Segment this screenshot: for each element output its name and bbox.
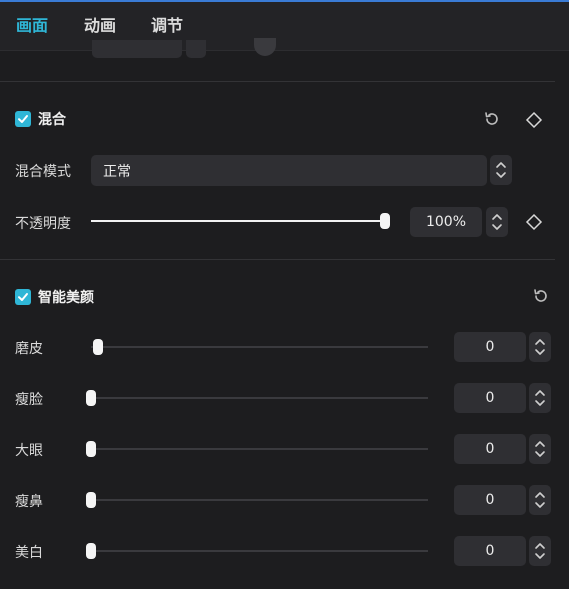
face-slim-label: 瘦脸 — [15, 392, 43, 408]
up-down-chevron-icon — [535, 339, 545, 355]
reset-icon[interactable] — [532, 287, 550, 305]
whitening-label: 美白 — [15, 545, 43, 561]
blend-mode-label: 混合模式 — [15, 164, 71, 180]
beauty-checkbox[interactable] — [15, 289, 31, 305]
face-slim-stepper[interactable] — [529, 383, 551, 413]
keyframe-diamond-icon[interactable] — [524, 212, 544, 232]
opacity-slider-track[interactable] — [91, 220, 385, 222]
nose-slim-value-input[interactable]: 0 — [454, 485, 526, 515]
tab-animation[interactable]: 动画 — [84, 12, 116, 36]
eye-enlarge-value-input[interactable]: 0 — [454, 434, 526, 464]
up-down-chevron-icon — [535, 492, 545, 508]
blend-section-title: 混合 — [38, 112, 66, 128]
up-down-chevron-icon — [535, 543, 545, 559]
eye-enlarge-stepper[interactable] — [529, 434, 551, 464]
scrolled-input-remnant — [92, 40, 182, 58]
check-icon — [18, 115, 28, 123]
blend-mode-stepper[interactable] — [490, 155, 512, 185]
smoothing-stepper[interactable] — [529, 332, 551, 362]
nose-slim-slider-track[interactable] — [91, 499, 428, 501]
tab-bar: 画面 动画 调节 — [0, 2, 569, 51]
eye-enlarge-slider-thumb[interactable] — [86, 441, 96, 457]
nose-slim-label: 瘦鼻 — [15, 494, 43, 510]
beauty-section-title: 智能美颜 — [38, 290, 94, 306]
whitening-value-input[interactable]: 0 — [454, 536, 526, 566]
section-divider — [0, 259, 555, 260]
face-slim-slider-track[interactable] — [91, 397, 428, 399]
up-down-chevron-icon — [492, 214, 502, 230]
opacity-value-input[interactable]: 100% — [410, 207, 482, 237]
smoothing-slider-thumb[interactable] — [93, 339, 103, 355]
whitening-slider-track[interactable] — [91, 550, 428, 552]
opacity-slider-thumb[interactable] — [380, 213, 390, 229]
scrolled-knob-remnant — [254, 38, 276, 56]
nose-slim-stepper[interactable] — [529, 485, 551, 515]
opacity-slider-fill — [91, 220, 385, 222]
tab-picture[interactable]: 画面 — [16, 12, 48, 36]
whitening-stepper[interactable] — [529, 536, 551, 566]
check-icon — [18, 293, 28, 301]
blend-checkbox[interactable] — [15, 111, 31, 127]
blend-mode-select[interactable]: 正常 — [91, 155, 487, 186]
face-slim-slider-thumb[interactable] — [86, 390, 96, 406]
tab-adjust[interactable]: 调节 — [151, 12, 183, 36]
opacity-stepper[interactable] — [486, 207, 508, 237]
blend-mode-value: 正常 — [103, 164, 131, 180]
keyframe-diamond-icon[interactable] — [524, 110, 544, 130]
reset-icon[interactable] — [483, 110, 501, 128]
face-slim-value-input[interactable]: 0 — [454, 383, 526, 413]
smoothing-label: 磨皮 — [15, 341, 43, 357]
nose-slim-slider-thumb[interactable] — [86, 492, 96, 508]
whitening-slider-thumb[interactable] — [86, 543, 96, 559]
smoothing-value-input[interactable]: 0 — [454, 332, 526, 362]
up-down-chevron-icon — [496, 162, 506, 178]
up-down-chevron-icon — [535, 390, 545, 406]
eye-enlarge-slider-track[interactable] — [91, 448, 428, 450]
scrolled-stepper-remnant — [186, 40, 206, 58]
section-divider — [0, 81, 555, 82]
up-down-chevron-icon — [535, 441, 545, 457]
eye-enlarge-label: 大眼 — [15, 443, 43, 459]
opacity-label: 不透明度 — [15, 216, 71, 232]
smoothing-slider-track[interactable] — [91, 346, 428, 348]
